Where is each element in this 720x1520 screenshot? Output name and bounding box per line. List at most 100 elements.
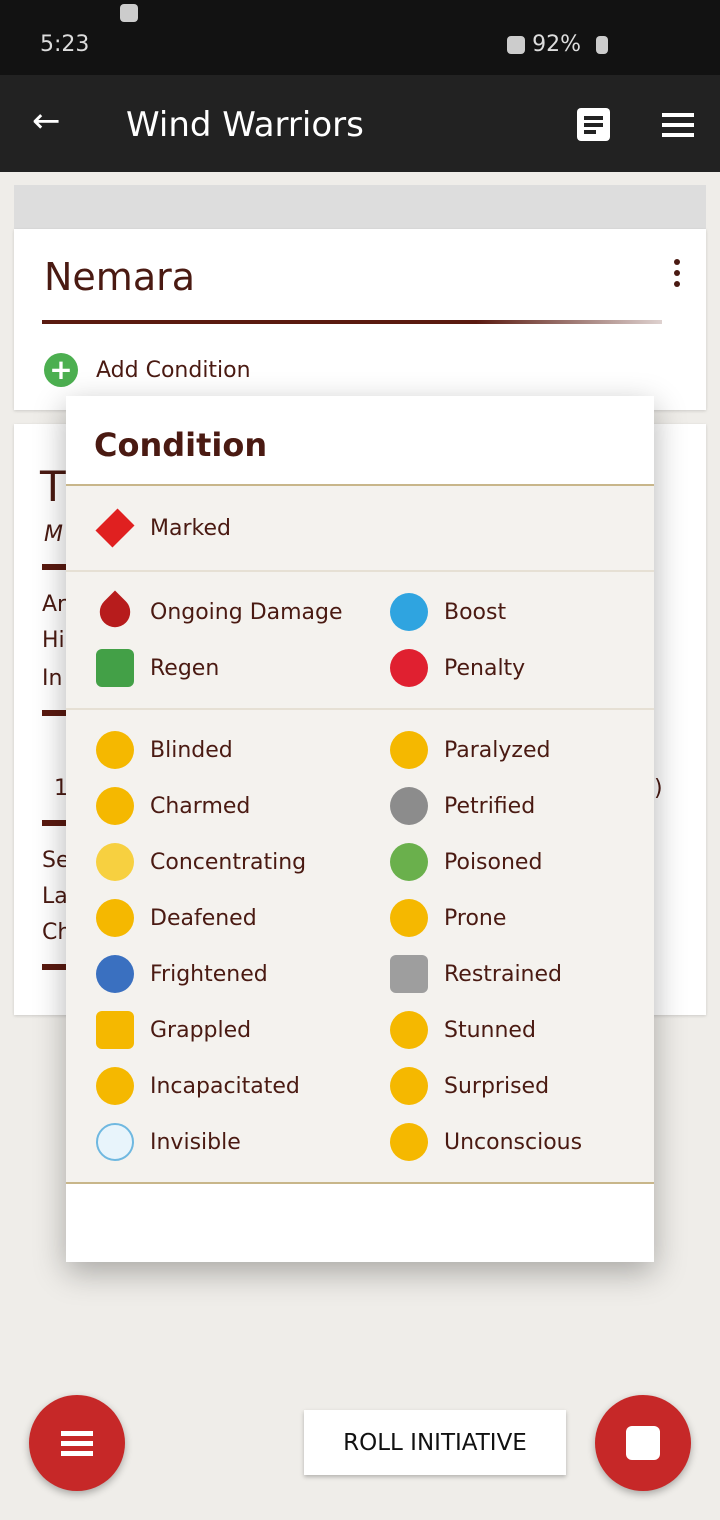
dizzy-face-icon (390, 731, 428, 769)
runner-slash-icon (96, 1067, 134, 1105)
dice-icon (626, 1426, 660, 1460)
roll-initiative-button[interactable]: ROLL INITIATIVE (304, 1410, 566, 1475)
condition-item[interactable]: Deafened (66, 890, 360, 946)
condition-label: Incapacitated (150, 1073, 300, 1099)
status-right: 92% (499, 32, 608, 57)
prone-face-icon (390, 899, 428, 937)
condition-item[interactable]: Grappled (66, 1002, 360, 1058)
condition-label: Prone (444, 905, 507, 931)
fearful-face-icon (96, 955, 134, 993)
condition-item[interactable]: Boost (360, 584, 654, 640)
fragment: T (40, 462, 66, 511)
condition-section: Ongoing Damage Boost Regen Penalty (66, 572, 654, 710)
ghost-face-icon (96, 1123, 134, 1161)
nauseated-face-icon (390, 843, 428, 881)
condition-label: Invisible (150, 1129, 241, 1155)
diamond-icon (95, 508, 135, 548)
condition-label: Ongoing Damage (150, 599, 343, 625)
condition-item[interactable]: Regen (66, 640, 360, 696)
condition-item[interactable]: Concentrating (66, 834, 360, 890)
lock-icon (390, 955, 428, 993)
ear-slash-icon (96, 899, 134, 937)
condition-label: Unconscious (444, 1129, 583, 1155)
condition-item[interactable]: Petrified (360, 778, 654, 834)
condition-item[interactable]: Restrained (360, 946, 654, 1002)
sleepy-face-icon (390, 1123, 428, 1161)
stone-face-icon (390, 787, 428, 825)
fragment: ) (654, 776, 663, 801)
arrow-down-circle-icon (390, 649, 428, 687)
condition-dialog: Condition Marked Ongoing Damage Boost Regen… (66, 396, 654, 1262)
condition-label: Stunned (444, 1017, 536, 1043)
fragment: La (42, 884, 68, 909)
condition-label: Grappled (150, 1017, 252, 1043)
condition-item[interactable]: Charmed (66, 778, 360, 834)
dice-fab-button[interactable] (595, 1395, 691, 1491)
plus-circle-icon: + (44, 353, 78, 387)
condition-item[interactable]: Paralyzed (360, 722, 654, 778)
fragment: Ar (42, 592, 67, 617)
condition-item[interactable]: Surprised (360, 1058, 654, 1114)
condition-label: Blinded (150, 737, 233, 763)
hamburger-icon[interactable] (662, 113, 694, 143)
spiral-eyes-icon (390, 1011, 428, 1049)
add-condition-label: Add Condition (96, 357, 251, 383)
condition-item[interactable]: Poisoned (360, 834, 654, 890)
signal-icon (507, 36, 526, 54)
condition-item[interactable]: Penalty (360, 640, 654, 696)
status-bar: 5:23 92% (0, 0, 720, 75)
condition-label: Restrained (444, 961, 563, 987)
notification-icon (120, 4, 138, 22)
condition-item[interactable]: Ongoing Damage (66, 584, 360, 640)
battery-level: 92% (532, 32, 581, 57)
condition-item[interactable]: Stunned (360, 1002, 654, 1058)
list-fab-button[interactable] (29, 1395, 125, 1491)
fragment: M (44, 522, 63, 547)
condition-section: Marked (66, 486, 654, 572)
condition-label: Frightened (150, 961, 268, 987)
condition-item[interactable]: Prone (360, 890, 654, 946)
add-condition-button[interactable]: + Add Condition (44, 353, 251, 387)
condition-label: Charmed (150, 793, 251, 819)
condition-label: Marked (150, 515, 231, 541)
arrow-left-icon[interactable]: ← (32, 101, 61, 141)
condition-label: Petrified (444, 793, 536, 819)
clock: 5:23 (40, 32, 90, 57)
condition-section: Blinded Paralyzed Charmed Petrified Concentr… (66, 710, 654, 1184)
lightbulb-icon (96, 843, 134, 881)
fist-icon (96, 1011, 134, 1049)
condition-label: Regen (150, 655, 220, 681)
condition-item[interactable]: Incapacitated (66, 1058, 360, 1114)
card-header-strip (14, 185, 706, 229)
bandage-icon (96, 649, 134, 687)
battery-icon (596, 36, 608, 54)
character-card: Nemara + Add Condition (14, 229, 706, 410)
condition-item[interactable]: Invisible (66, 1114, 360, 1170)
arrow-up-circle-icon (390, 593, 428, 631)
heart-eyes-icon (96, 787, 134, 825)
divider (42, 320, 662, 324)
character-name: Nemara (44, 255, 196, 299)
surprised-face-icon (390, 1067, 428, 1105)
notes-icon[interactable] (577, 108, 610, 141)
condition-label: Deafened (150, 905, 257, 931)
dialog-title: Condition (66, 396, 654, 486)
blood-drop-icon (93, 590, 137, 634)
condition-item[interactable]: Unconscious (360, 1114, 654, 1170)
fragment: In (42, 666, 63, 691)
condition-label: Paralyzed (444, 737, 551, 763)
fragment: Hi (42, 628, 65, 653)
condition-label: Concentrating (150, 849, 307, 875)
condition-label: Penalty (444, 655, 526, 681)
condition-list: Marked Ongoing Damage Boost Regen Penalty Bli… (66, 486, 654, 1184)
condition-item[interactable]: Frightened (66, 946, 360, 1002)
condition-label: Surprised (444, 1073, 550, 1099)
condition-label: Poisoned (444, 849, 543, 875)
condition-label: Boost (444, 599, 507, 625)
condition-item[interactable]: Blinded (66, 722, 360, 778)
eye-slash-icon (96, 731, 134, 769)
app-bar: ← Wind Warriors (0, 75, 720, 172)
page-title: Wind Warriors (126, 105, 364, 145)
more-options-icon[interactable] (674, 259, 680, 292)
condition-item[interactable]: Marked (66, 500, 360, 556)
